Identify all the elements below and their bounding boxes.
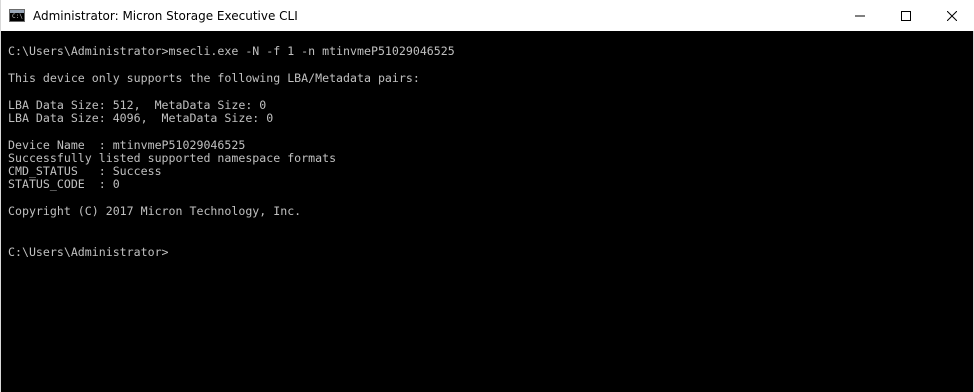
title-bar[interactable]: C:\ Administrator: Micron Storage Execut…	[1, 0, 974, 31]
console-line: Copyright (C) 2017 Micron Technology, In…	[8, 204, 302, 218]
maximize-icon	[901, 10, 911, 21]
minimize-icon	[855, 15, 865, 16]
console-window: C:\ Administrator: Micron Storage Execut…	[0, 0, 974, 392]
window-controls	[837, 0, 974, 31]
console-prompt-line: C:\Users\Administrator>	[8, 245, 169, 259]
console-line: STATUS_CODE : 0	[8, 177, 120, 191]
minimize-button[interactable]	[837, 0, 883, 31]
console-line: LBA Data Size: 4096, MetaData Size: 0	[8, 111, 274, 125]
console-output[interactable]: C:\Users\Administrator>msecli.exe -N -f …	[1, 31, 973, 392]
console-line: This device only supports the following …	[8, 71, 420, 85]
console-line: CMD_STATUS : Success	[8, 164, 162, 178]
icon-prompt-glyph: C:\	[12, 13, 23, 20]
console-command-line: C:\Users\Administrator>msecli.exe -N -f …	[8, 44, 455, 58]
console-app-icon[interactable]: C:\	[9, 9, 25, 22]
close-button[interactable]	[929, 0, 974, 31]
close-icon	[947, 10, 957, 21]
maximize-button[interactable]	[883, 0, 929, 31]
window-title: Administrator: Micron Storage Executive …	[33, 8, 298, 23]
